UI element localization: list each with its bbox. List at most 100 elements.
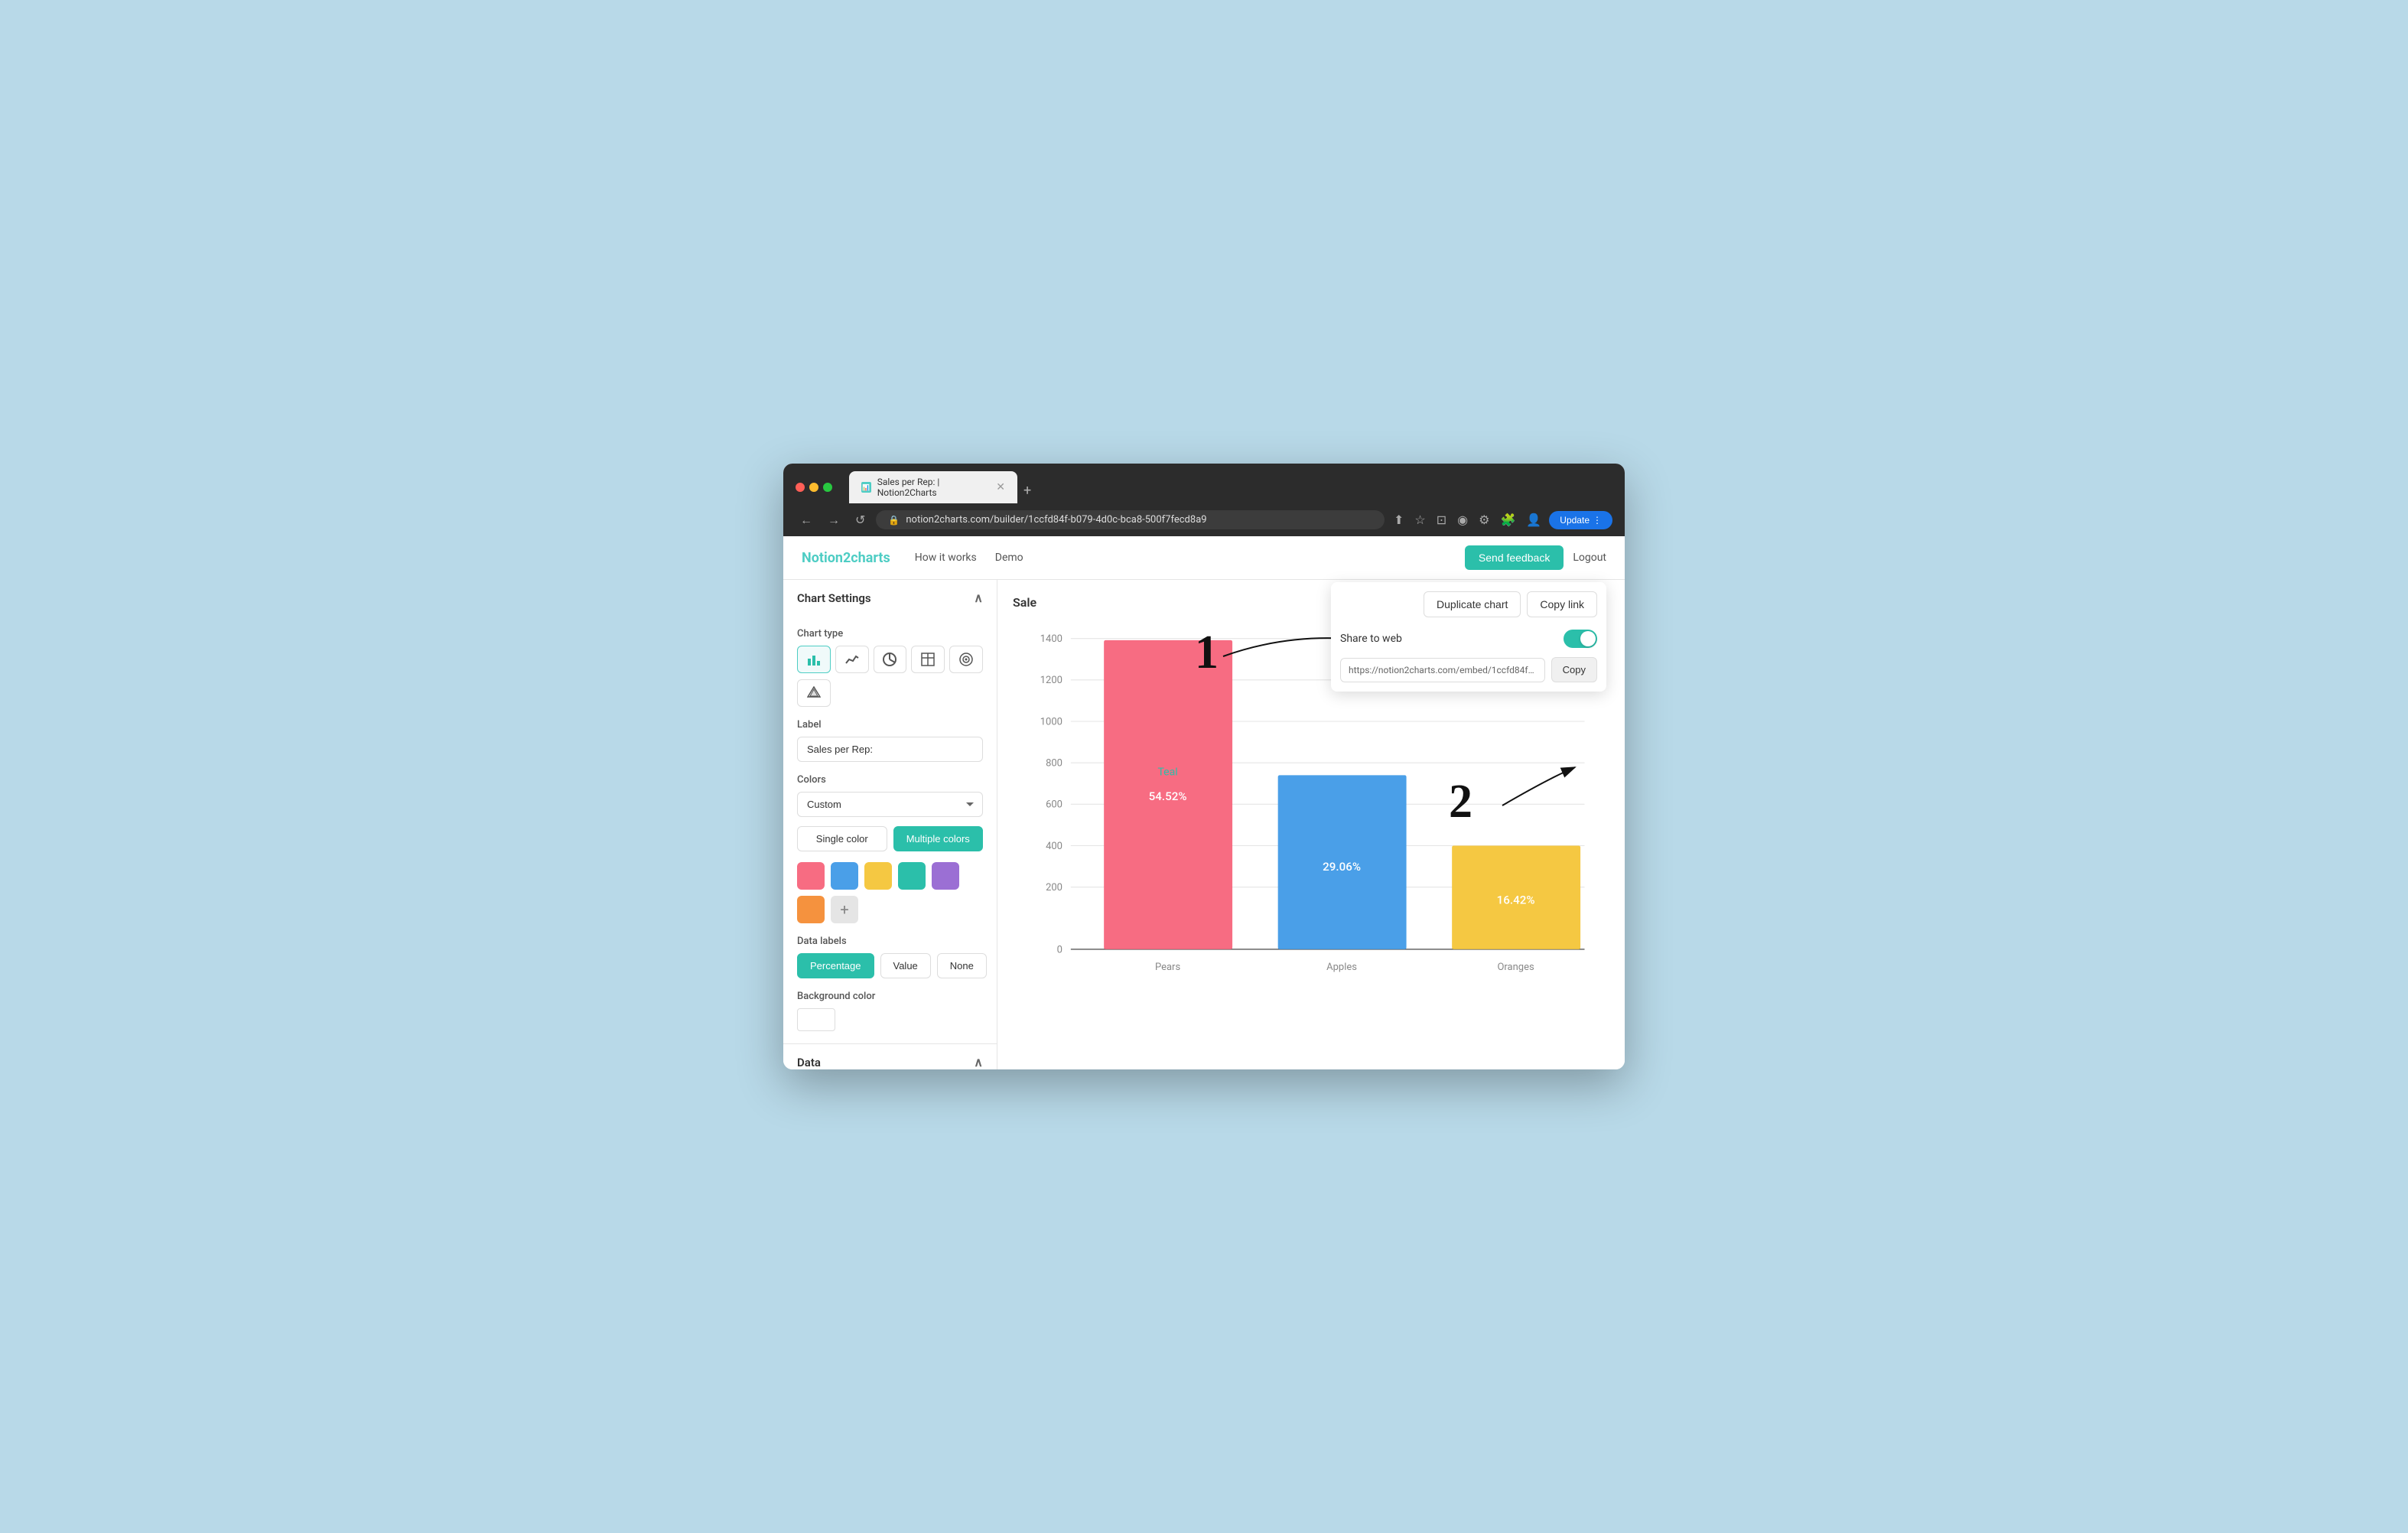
url-text: notion2charts.com/builder/1ccfd84f-b079-… <box>906 514 1372 526</box>
chart-settings-label: Chart Settings <box>797 591 871 605</box>
chart-type-line[interactable] <box>835 646 869 673</box>
browser-titlebar: 📊 Sales per Rep: | Notion2Charts ✕ + <box>783 464 1625 503</box>
data-section-chevron: ∧ <box>974 1055 983 1069</box>
extensions-btn[interactable]: 🧩 <box>1497 509 1518 530</box>
data-labels-buttons: Percentage Value None <box>797 953 983 978</box>
svg-text:600: 600 <box>1046 799 1062 811</box>
svg-text:54.52%: 54.52% <box>1149 789 1187 803</box>
screenshot-icon[interactable]: ⊡ <box>1433 509 1450 530</box>
tab-favicon: 📊 <box>861 482 871 493</box>
svg-text:0: 0 <box>1057 944 1062 955</box>
label-field-label: Label <box>797 719 983 731</box>
table-chart-icon <box>921 653 935 666</box>
chart-type-target[interactable] <box>949 646 983 673</box>
svg-text:29.06%: 29.06% <box>1323 860 1361 874</box>
new-tab-button[interactable]: + <box>1023 483 1031 503</box>
svg-text:Apples: Apples <box>1326 962 1357 973</box>
send-feedback-button[interactable]: Send feedback <box>1465 545 1564 570</box>
forward-button[interactable]: → <box>823 511 844 529</box>
browser-window: 📊 Sales per Rep: | Notion2Charts ✕ + ← →… <box>783 464 1625 1069</box>
data-label-none[interactable]: None <box>937 953 987 978</box>
tab-title: Sales per Rep: | Notion2Charts <box>877 477 991 498</box>
traffic-light-green[interactable] <box>823 483 832 492</box>
svg-text:1400: 1400 <box>1040 633 1062 645</box>
chart-type-table[interactable] <box>911 646 945 673</box>
nav-demo[interactable]: Demo <box>995 552 1023 564</box>
lock-icon: 🔒 <box>888 515 900 526</box>
svg-text:1200: 1200 <box>1040 675 1062 686</box>
line-chart-icon <box>845 653 859 666</box>
toolbar-actions: ⬆ ☆ ⊡ ◉ ⚙ 🧩 👤 Update ⋮ <box>1391 509 1612 530</box>
logout-link[interactable]: Logout <box>1573 552 1606 564</box>
color-mode-buttons: Single color Multiple colors <box>797 826 983 851</box>
svg-text:Oranges: Oranges <box>1497 962 1534 973</box>
svg-text:1000: 1000 <box>1040 716 1062 727</box>
chart-type-pie[interactable] <box>874 646 907 673</box>
copy-embed-button[interactable]: Copy <box>1551 657 1597 682</box>
color-icon[interactable]: ◉ <box>1454 509 1471 530</box>
pie-chart-icon <box>883 653 896 666</box>
chart-settings-chevron: ∧ <box>974 591 983 605</box>
chart-type-radar[interactable] <box>797 679 831 707</box>
data-label-value[interactable]: Value <box>880 953 931 978</box>
color-swatch-orange[interactable] <box>797 896 825 923</box>
label-input[interactable] <box>797 737 983 762</box>
chart-settings-section: Chart Settings ∧ Chart type <box>783 580 997 1044</box>
header-right: Send feedback Logout <box>1465 545 1606 570</box>
color-swatches-container: + <box>797 862 983 923</box>
svg-text:16.42%: 16.42% <box>1497 893 1535 906</box>
chart-type-bar[interactable] <box>797 646 831 673</box>
browser-toolbar: ← → ↺ 🔒 notion2charts.com/builder/1ccfd8… <box>783 503 1625 536</box>
data-labels-label: Data labels <box>797 936 983 947</box>
update-button[interactable]: Update ⋮ <box>1549 511 1612 529</box>
embed-url-text: https://notion2charts.com/embed/1ccfd84f… <box>1340 658 1545 682</box>
colors-label: Colors <box>797 774 983 786</box>
target-chart-icon <box>959 653 973 666</box>
color-swatch-blue[interactable] <box>831 862 858 890</box>
nav-how-it-works[interactable]: How it works <box>915 552 977 564</box>
address-bar[interactable]: 🔒 notion2charts.com/builder/1ccfd84f-b07… <box>876 510 1385 529</box>
profile-icon[interactable]: 👤 <box>1523 509 1544 530</box>
share-to-web-toggle[interactable] <box>1564 630 1597 648</box>
single-color-button[interactable]: Single color <box>797 826 887 851</box>
svg-text:Pears: Pears <box>1155 962 1180 973</box>
color-swatch-yellow[interactable] <box>864 862 892 890</box>
bar-chart-icon <box>807 653 821 666</box>
multiple-colors-button[interactable]: Multiple colors <box>893 826 984 851</box>
svg-text:800: 800 <box>1046 758 1062 770</box>
copy-link-button[interactable]: Copy link <box>1527 591 1597 617</box>
add-color-button[interactable]: + <box>831 896 858 923</box>
refresh-button[interactable]: ↺ <box>851 511 870 529</box>
share-to-web-label: Share to web <box>1340 633 1402 645</box>
colors-select[interactable]: Custom Default Pastel Vivid <box>797 792 983 817</box>
app-logo[interactable]: Notion2charts <box>802 550 890 566</box>
data-section: Data ∧ <box>783 1044 997 1069</box>
share-icon[interactable]: ⬆ <box>1391 509 1407 530</box>
color-swatch-teal[interactable] <box>898 862 926 890</box>
background-color-swatch[interactable] <box>797 1008 835 1031</box>
svg-text:200: 200 <box>1046 882 1062 893</box>
chart-settings-header[interactable]: Chart Settings ∧ <box>783 580 997 616</box>
color-swatch-purple[interactable] <box>932 862 959 890</box>
back-button[interactable]: ← <box>796 511 817 529</box>
duplicate-chart-button[interactable]: Duplicate chart <box>1424 591 1521 617</box>
data-section-label: Data <box>797 1056 821 1069</box>
app-header: Notion2charts How it works Demo Send fee… <box>783 536 1625 580</box>
tab-bar: 📊 Sales per Rep: | Notion2Charts ✕ + <box>849 471 1612 503</box>
share-dropdown-panel: Duplicate chart Copy link Share to web h… <box>1331 582 1606 692</box>
browser-tab-active[interactable]: 📊 Sales per Rep: | Notion2Charts ✕ <box>849 471 1017 503</box>
data-section-header[interactable]: Data ∧ <box>783 1044 997 1069</box>
traffic-light-yellow[interactable] <box>809 483 818 492</box>
svg-text:400: 400 <box>1046 841 1062 852</box>
traffic-light-red[interactable] <box>796 483 805 492</box>
tab-close-btn[interactable]: ✕ <box>996 481 1005 493</box>
radar-chart-icon <box>807 686 821 700</box>
dropdown-actions: Duplicate chart Copy link <box>1340 591 1597 617</box>
embed-url-row: https://notion2charts.com/embed/1ccfd84f… <box>1340 657 1597 682</box>
data-label-percentage[interactable]: Percentage <box>797 953 874 978</box>
traffic-lights <box>796 483 832 492</box>
main-nav: How it works Demo <box>915 552 1023 564</box>
color-swatch-pink[interactable] <box>797 862 825 890</box>
extension-icon[interactable]: ⚙ <box>1476 509 1492 530</box>
bookmark-icon[interactable]: ☆ <box>1411 509 1428 530</box>
